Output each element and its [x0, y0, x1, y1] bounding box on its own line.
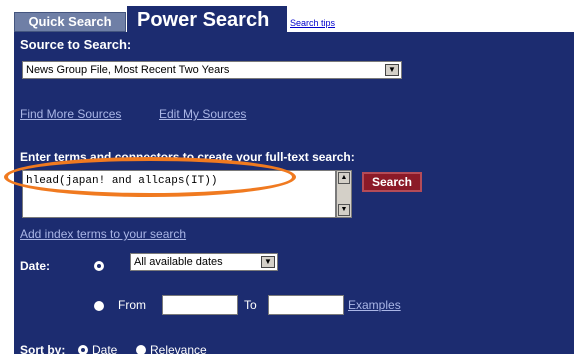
- chevron-down-icon[interactable]: ▼: [385, 64, 399, 76]
- tab-quick-search[interactable]: Quick Search: [14, 12, 126, 32]
- search-button[interactable]: Search: [362, 172, 422, 192]
- find-more-sources-link[interactable]: Find More Sources: [20, 107, 121, 121]
- search-terms-input[interactable]: hlead(japan! and allcaps(IT)): [22, 170, 336, 218]
- source-select[interactable]: News Group File, Most Recent Two Years ▼: [22, 61, 402, 79]
- power-search-panel: Source to Search: News Group File, Most …: [14, 32, 574, 357]
- query-heading: Enter terms and connectors to create you…: [20, 150, 355, 164]
- search-terms-scrollbar[interactable]: ▲ ▼: [336, 170, 352, 218]
- search-terms-value: hlead(japan! and allcaps(IT)): [26, 175, 218, 187]
- search-tips-link[interactable]: Search tips: [290, 18, 335, 28]
- from-label: From: [118, 298, 146, 312]
- date-range-select[interactable]: All available dates ▼: [130, 253, 278, 271]
- sort-date-label: Date: [92, 343, 118, 357]
- source-select-value: News Group File, Most Recent Two Years: [26, 64, 230, 76]
- arrow-up-icon[interactable]: ▲: [338, 172, 350, 184]
- date-custom-radio[interactable]: [94, 301, 104, 311]
- examples-link[interactable]: Examples: [348, 298, 401, 312]
- tab-bar: Quick Search Power Search Search tips: [0, 0, 576, 34]
- to-date-input[interactable]: [268, 295, 344, 315]
- source-heading: Source to Search:: [20, 37, 132, 52]
- from-date-input[interactable]: [162, 295, 238, 315]
- tab-power-search[interactable]: Power Search: [127, 6, 287, 34]
- chevron-down-icon[interactable]: ▼: [261, 256, 275, 268]
- date-preset-radio[interactable]: [94, 261, 104, 271]
- add-index-terms-link[interactable]: Add index terms to your search: [20, 227, 186, 241]
- arrow-down-icon[interactable]: ▼: [338, 204, 350, 216]
- edit-my-sources-link[interactable]: Edit My Sources: [159, 107, 246, 121]
- date-range-value: All available dates: [134, 256, 223, 268]
- sort-relevance-label: Relevance: [150, 343, 207, 357]
- to-label: To: [244, 298, 257, 312]
- date-label: Date:: [20, 259, 51, 273]
- sort-label: Sort by:: [20, 343, 66, 357]
